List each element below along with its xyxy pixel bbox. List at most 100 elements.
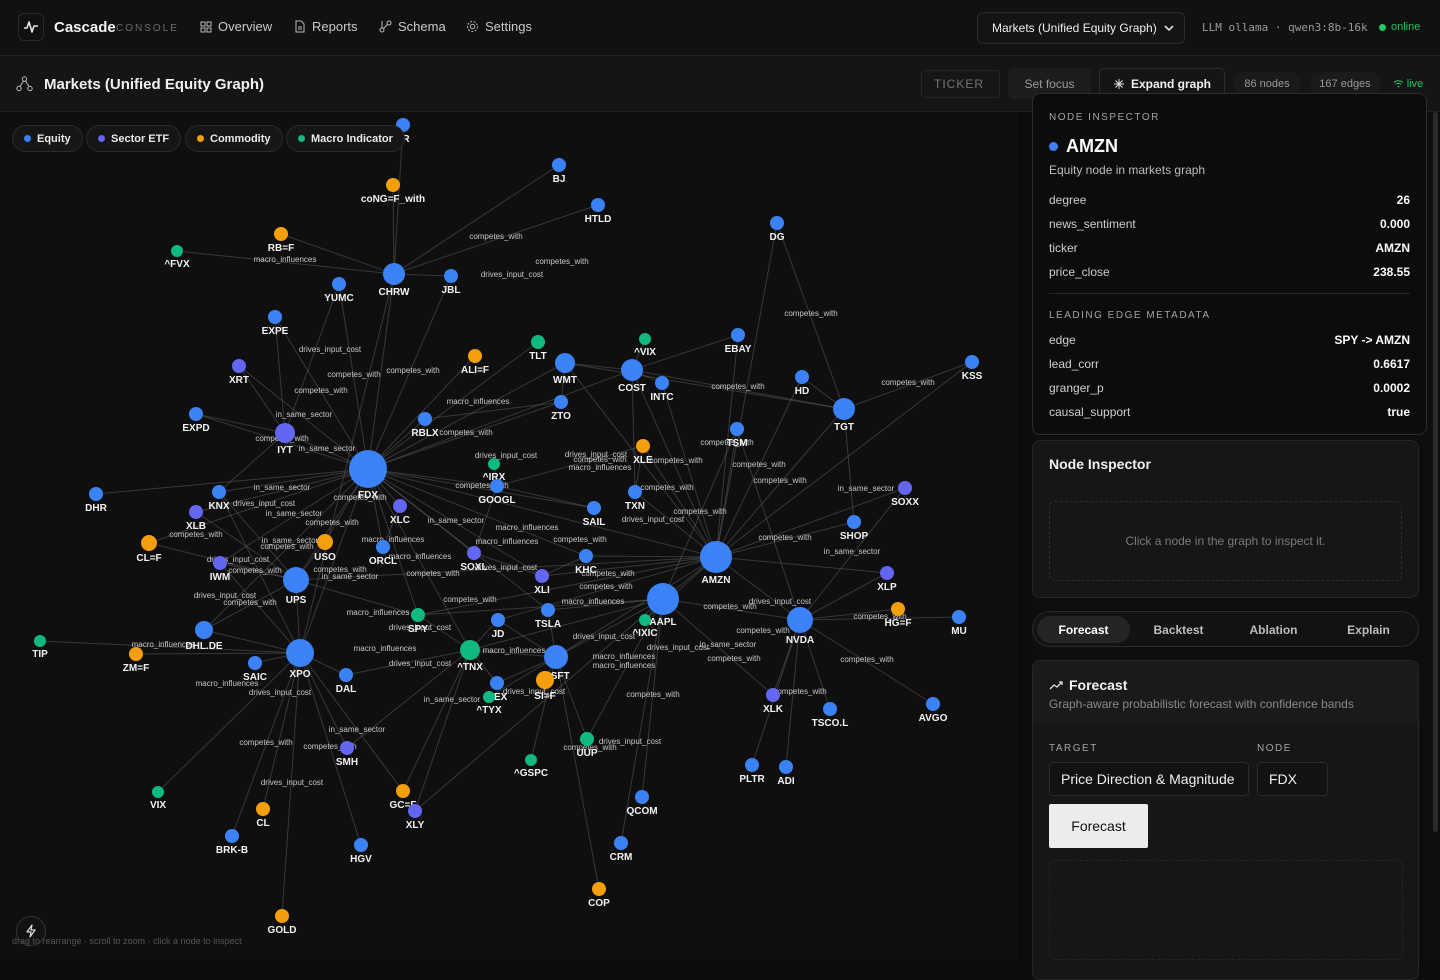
graph-node-dot[interactable] <box>779 760 793 774</box>
graph-node-dot[interactable] <box>152 786 164 798</box>
graph-node-dot[interactable] <box>731 328 745 342</box>
graph-node[interactable]: EXPE <box>262 310 289 337</box>
graph-node-dot[interactable] <box>544 645 568 669</box>
graph-node[interactable]: WMT <box>553 353 577 386</box>
graph-node[interactable]: TIP <box>32 635 48 660</box>
graph-node[interactable]: YUMC <box>324 277 354 304</box>
tab-forecast[interactable]: Forecast <box>1037 616 1130 643</box>
graph-node-dot[interactable] <box>525 754 537 766</box>
graph-node-dot[interactable] <box>965 355 979 369</box>
graph-node-dot[interactable] <box>275 423 295 443</box>
graph-node-dot[interactable] <box>212 485 226 499</box>
graph-node-dot[interactable] <box>541 603 555 617</box>
graph-node-dot[interactable] <box>129 647 143 661</box>
legend-commodity[interactable]: Commodity <box>185 125 283 152</box>
graph-node-dot[interactable] <box>639 333 651 345</box>
panel-scrollbar[interactable] <box>1433 112 1438 832</box>
graph-node-dot[interactable] <box>340 741 354 755</box>
graph-node-dot[interactable] <box>898 481 912 495</box>
legend-equity[interactable]: Equity <box>12 125 83 152</box>
nav-overview[interactable]: Overview <box>200 19 272 34</box>
tab-ablation[interactable]: Ablation <box>1227 616 1320 643</box>
nav-settings[interactable]: Settings <box>466 19 532 34</box>
graph-node[interactable]: SOXX <box>891 481 919 508</box>
graph-node-dot[interactable] <box>880 566 894 580</box>
graph-node-dot[interactable] <box>89 487 103 501</box>
graph-node-dot[interactable] <box>700 541 732 573</box>
graph-node-dot[interactable] <box>195 621 213 639</box>
graph-node-dot[interactable] <box>213 556 227 570</box>
graph-node-dot[interactable] <box>580 732 594 746</box>
graph-node-dot[interactable] <box>286 639 314 667</box>
graph-node[interactable]: BRK-B <box>216 829 248 856</box>
graph-node-dot[interactable] <box>396 784 410 798</box>
graph-node[interactable]: AVGO <box>919 697 948 724</box>
graph-node[interactable]: VIX <box>150 786 166 811</box>
graph-node[interactable]: RBLX <box>411 412 439 439</box>
graph-node[interactable]: TSCO.L <box>812 702 849 729</box>
graph-node[interactable]: NVDA <box>786 607 814 646</box>
graph-node[interactable]: SAIC <box>243 656 267 683</box>
graph-node-dot[interactable] <box>833 398 855 420</box>
graph-node[interactable]: ^FVX <box>164 245 190 270</box>
graph-node-dot[interactable] <box>274 227 288 241</box>
graph-node-dot[interactable] <box>787 607 813 633</box>
tab-backtest[interactable]: Backtest <box>1132 616 1225 643</box>
graph-node-dot[interactable] <box>531 335 545 349</box>
node-input[interactable]: FDX <box>1257 762 1328 796</box>
graph-node-dot[interactable] <box>587 501 601 515</box>
graph-node-dot[interactable] <box>34 635 46 647</box>
graph-node[interactable]: AMZN <box>700 541 732 586</box>
graph-node-dot[interactable] <box>332 277 346 291</box>
graph-node[interactable]: AAPL <box>647 583 679 628</box>
graph-node-dot[interactable] <box>411 608 425 622</box>
graph-node-dot[interactable] <box>232 359 246 373</box>
graph-node[interactable]: HD <box>795 370 809 397</box>
graph-node[interactable]: RB=F <box>268 227 294 254</box>
graph-node[interactable]: KNX <box>208 485 230 512</box>
graph-node-dot[interactable] <box>847 515 861 529</box>
graph-node-dot[interactable] <box>349 450 387 488</box>
pulse-logo-icon[interactable] <box>18 13 44 41</box>
ticker-input[interactable] <box>921 70 1000 98</box>
graph-node[interactable]: JBL <box>442 269 461 296</box>
graph-node-dot[interactable] <box>468 349 482 363</box>
graph-node-dot[interactable] <box>891 602 905 616</box>
graph-node-dot[interactable] <box>383 263 405 285</box>
legend-sector-etf[interactable]: Sector ETF <box>86 125 182 152</box>
tab-explain[interactable]: Explain <box>1322 616 1415 643</box>
graph-node[interactable]: TSM <box>726 422 748 449</box>
graph-node-dot[interactable] <box>730 422 744 436</box>
graph-node[interactable]: TGT <box>833 398 855 433</box>
graph-node[interactable]: SAIL <box>583 501 606 528</box>
graph-select[interactable]: Markets (Unified Equity Graph) <box>977 12 1185 44</box>
graph-node-dot[interactable] <box>408 804 422 818</box>
graph-node-dot[interactable] <box>554 395 568 409</box>
graph-node[interactable]: ^IRX <box>483 458 506 483</box>
graph-node-dot[interactable] <box>639 614 651 626</box>
graph-node-dot[interactable] <box>490 676 504 690</box>
graph-node-dot[interactable] <box>952 610 966 624</box>
graph-node-dot[interactable] <box>536 671 554 689</box>
graph-node[interactable]: CRM <box>610 836 633 863</box>
graph-node-dot[interactable] <box>418 412 432 426</box>
graph-node[interactable]: UPS <box>283 567 309 606</box>
graph-node-dot[interactable] <box>766 688 780 702</box>
graph-node-dot[interactable] <box>535 569 549 583</box>
graph-node-dot[interactable] <box>354 838 368 852</box>
graph-node[interactable]: COST <box>618 359 646 394</box>
graph-node[interactable]: TLT <box>529 335 547 362</box>
graph-node[interactable]: XRT <box>229 359 249 386</box>
graph-node[interactable]: JD <box>491 613 505 640</box>
graph-node-dot[interactable] <box>636 439 650 453</box>
graph-node-dot[interactable] <box>393 499 407 513</box>
graph-node-dot[interactable] <box>628 485 642 499</box>
graph-node-dot[interactable] <box>490 479 504 493</box>
graph-node[interactable]: ALI=F <box>461 349 489 376</box>
graph-node[interactable]: ADI <box>777 760 795 787</box>
graph-node[interactable]: SPY <box>408 608 428 635</box>
graph-node-dot[interactable] <box>376 540 390 554</box>
graph-node[interactable]: QCOM <box>626 790 658 817</box>
graph-node-dot[interactable] <box>770 216 784 230</box>
nav-reports[interactable]: Reports <box>294 19 358 34</box>
